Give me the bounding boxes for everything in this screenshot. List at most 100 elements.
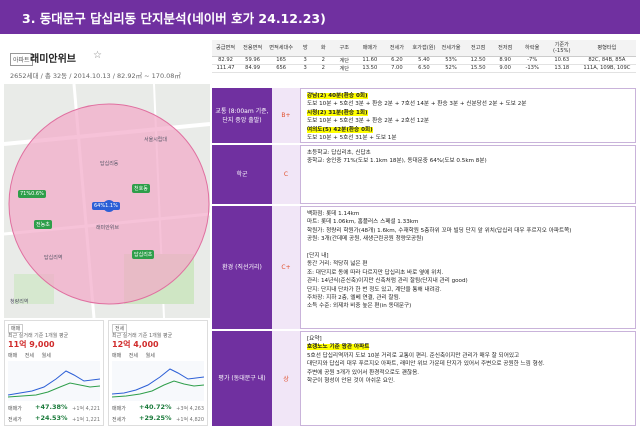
eval-line [307, 244, 629, 252]
complex-header: 아파트 래미안위브 ☆ 2652세대 / 총 32동 / 2014.10.13 … [4, 48, 210, 84]
eval-line: 중학교: 숭인중 71%(도보 1.1km 18분), 동대문중 64%(도보 … [307, 157, 629, 165]
eval-line: 단지: 단지내 단차가 한 번 정도 있고, 계단을 통해 내려감. [307, 286, 629, 294]
line-text: 단지: 단지내 단차가 한 번 정도 있고, 계단을 통해 내려감. [307, 286, 442, 293]
tab-sale[interactable]: 매매 [112, 353, 121, 359]
eval-line: [요약] [307, 335, 629, 343]
eval-line: [단지 내] [307, 252, 629, 260]
tab-sale[interactable]: 매매 [8, 353, 17, 359]
line-text: 주차장: 지하 2층, 엘베 연결, 관리 잘됨. [307, 295, 401, 302]
table-cell: 656 [266, 64, 297, 73]
table-header-row: 공급면적 전용면적 면적세대수 방 화 구조 매매가 전세가 호가갭(원) 전세가율 전고점 전저점 하… [212, 40, 636, 57]
eval-category: 평가 (동대문구 내) [212, 331, 272, 426]
price-tabs: 매매 전세 월세 [8, 352, 100, 360]
change1-label: 매매가 [8, 406, 22, 412]
column-header: 공급면적 [212, 40, 240, 57]
table-cell: 8.90 [491, 56, 519, 65]
eval-row-environment: 환경 (직선거리) C+ 백화점: 롯데 1.14km 마트: 롯데 1.06km, … [212, 206, 636, 330]
column-header: 방 [296, 40, 315, 57]
tab-jeonse[interactable]: 전세 [129, 353, 138, 359]
eval-line: 관리: 14년식(준신축)이지만 신축처럼 관리 잘됨(단지내 관리 good) [307, 277, 629, 285]
column-header: 전세가 [383, 40, 411, 57]
line-text: 조: 대단지로 동에 따라 다르지만 답십리초 바로 옆에 위치. [307, 269, 444, 276]
table-cell: 11.60 [356, 56, 384, 65]
table-cell: 5.40 [410, 56, 438, 65]
table-cell: 7.00 [383, 64, 411, 73]
eval-line: 대단지와 답십리 대우 푸르지오 아파트, 래미안 위브 가운데 단지가 있어서… [307, 360, 629, 368]
map[interactable]: 71%0.6% 64%1.1% 천호동 래미안위브 전농초 답십리초 답십리역 … [4, 84, 210, 318]
table-cell: 165 [266, 56, 297, 65]
map-marker-complex[interactable]: 64%1.1% [92, 202, 120, 210]
eval-grade: B+ [272, 88, 300, 143]
eval-line: 동간 거리: 적당히 넓은 편 [307, 260, 629, 268]
line-text: 중학교: 숭인중 71%(도보 1.1km 18분), 동대문중 64%(도보 … [307, 158, 487, 165]
change2-label: 전세가 [112, 417, 126, 423]
change2-count: +1억 1,221 [72, 417, 100, 423]
column-header: 전고점 [464, 40, 492, 57]
column-header: 면적세대수 [266, 40, 297, 57]
eval-category: 교통 (8:00am 기준, 단지 중앙 출발) [212, 88, 272, 143]
eval-grade: C+ [272, 206, 300, 329]
line-text: 동간 거리: 적당히 넓은 편 [307, 261, 368, 268]
tab-wolse[interactable]: 월세 [146, 353, 155, 359]
map-canvas [4, 84, 210, 318]
price-chart [8, 361, 100, 401]
eval-description: 강남(2) 40분(환승 0회) 도보 10분 + 5호선 3분 + 환승 2분 … [300, 88, 636, 143]
line-text: 도보 10분 + 5호선 3분 + 환승 2분 + 7호선 14분 + 환승 3… [307, 101, 527, 108]
table-cell: 6.20 [383, 56, 411, 65]
eval-row-overall: 평가 (동대문구 내) 상 [요약] 호갱노노 기준 왕관 아파트 5호선 답십리역까지… [212, 331, 636, 427]
star-icon[interactable]: ☆ [93, 50, 102, 61]
eval-row-school: 학군 C 초등학교: 답십리초, 신답초 중학교: 숭인중 71%(도보 1.1km … [212, 145, 636, 205]
highlight-text: 강남(2) 40분(환승 0회) [307, 93, 368, 99]
eval-grade: 상 [272, 331, 300, 426]
title-bar: 3. 동대문구 답십리동 단지분석(네이버 호가 24.12.23) [0, 0, 640, 34]
map-label-station: 답십리역 [44, 255, 63, 261]
line-text: 도보 10분 + 5호선 3분 + 환승 2분 + 2호선 12분 [307, 118, 430, 125]
line-text: 대단지와 답십리 대우 푸르지오 아파트, 래미안 위브 가운데 단지가 있어서… [307, 361, 545, 368]
price-value: 12억 4,000 [112, 340, 159, 349]
price-value: 11억 9,000 [8, 340, 55, 349]
table-row: 111.47 84.99 656 3 2 계단 13.50 7.00 6.50 52% 15.50 9… [212, 64, 636, 73]
table-cell: 82C, 84B, 85A [577, 56, 636, 65]
column-header: 평형타입 [577, 40, 636, 57]
column-header: 기준가(-15%) [545, 40, 578, 57]
price-label: 최근 실거래 기준 1개월 평균 [8, 333, 69, 339]
line-text: 공원: 3개(간데메 공원, 새생근린공원 청량모공원) [307, 236, 424, 243]
map-label-dong: 답십리동 [100, 161, 119, 167]
line-text: 마트: 롯데 1.06km, 홈플러스 스페셜 1.33km [307, 219, 419, 226]
map-label-cheongnyangni: 청량리역 [10, 299, 29, 305]
table-cell: 111A, 109B, 109C [577, 64, 636, 73]
map-label-complex: 래미안위브 [96, 225, 120, 231]
table-cell: -13% [518, 64, 546, 73]
map-marker-park[interactable]: 천호동 [132, 184, 150, 193]
eval-line: 도보 10분 + 5호선 3분 + 환승 2분 + 7호선 14분 + 환승 3… [307, 100, 629, 108]
eval-category: 학군 [212, 145, 272, 204]
map-marker-school[interactable]: 71%0.6% [18, 190, 46, 198]
price-tabs: 매매 전세 월세 [112, 352, 204, 360]
eval-line: 도보 10분 + 5호선 31분 + 도보 1분 [307, 134, 629, 142]
table-cell: 계단 [332, 64, 357, 73]
column-header: 전저점 [491, 40, 519, 57]
table-cell: -7% [518, 56, 546, 65]
table-cell: 13.18 [545, 64, 578, 73]
tab-jeonse[interactable]: 전세 [25, 353, 34, 359]
table-row: 82.92 59.96 165 3 2 계단 11.60 6.20 5.40 53% 12.50 8.… [212, 56, 636, 65]
map-marker-dapsimni-school[interactable]: 답십리초 [132, 250, 155, 259]
change1-label: 매매가 [112, 406, 126, 412]
eval-line: 학군이 형성이 안된 것이 아쉬운 요인. [307, 377, 629, 385]
evaluation-table: 교통 (8:00am 기준, 단지 중앙 출발) B+ 강남(2) 40분(환승 0… [212, 88, 636, 427]
change1-count: +1억 4,221 [72, 406, 100, 412]
eval-line: 5호선 답십리역까지 도보 10분 거리로 교통이 편리. 준신축이지만 관리가… [307, 352, 629, 360]
complex-name[interactable]: 래미안위브 [30, 50, 76, 65]
eval-description: 백화점: 롯데 1.14km 마트: 롯데 1.06km, 홈플러스 스페셜 1.… [300, 206, 636, 329]
change1-value: +47.38% [35, 403, 68, 411]
line-text: 소득 수준: 외제차 비중 높은 편(in 동대문구) [307, 303, 412, 310]
unit-table: 공급면적 전용면적 면적세대수 방 화 구조 매매가 전세가 호가갭(원) 전세가율 전고점 전저점 하… [212, 40, 636, 73]
map-marker-elementary[interactable]: 전농초 [34, 220, 52, 229]
table-cell: 59.96 [239, 56, 267, 65]
line-text: 학군이 형성이 안된 것이 아쉬운 요인. [307, 378, 395, 385]
eval-line: 여의도(5) 42분(환승 0회) [307, 126, 629, 134]
column-header: 하락율 [518, 40, 546, 57]
line-text: 학원가: 청량리 학원가(48개) 1.6km, 수재학원 5층하위 꼬마 빌딩… [307, 227, 572, 234]
table-cell: 3 [296, 56, 315, 65]
tab-wolse[interactable]: 월세 [42, 353, 51, 359]
